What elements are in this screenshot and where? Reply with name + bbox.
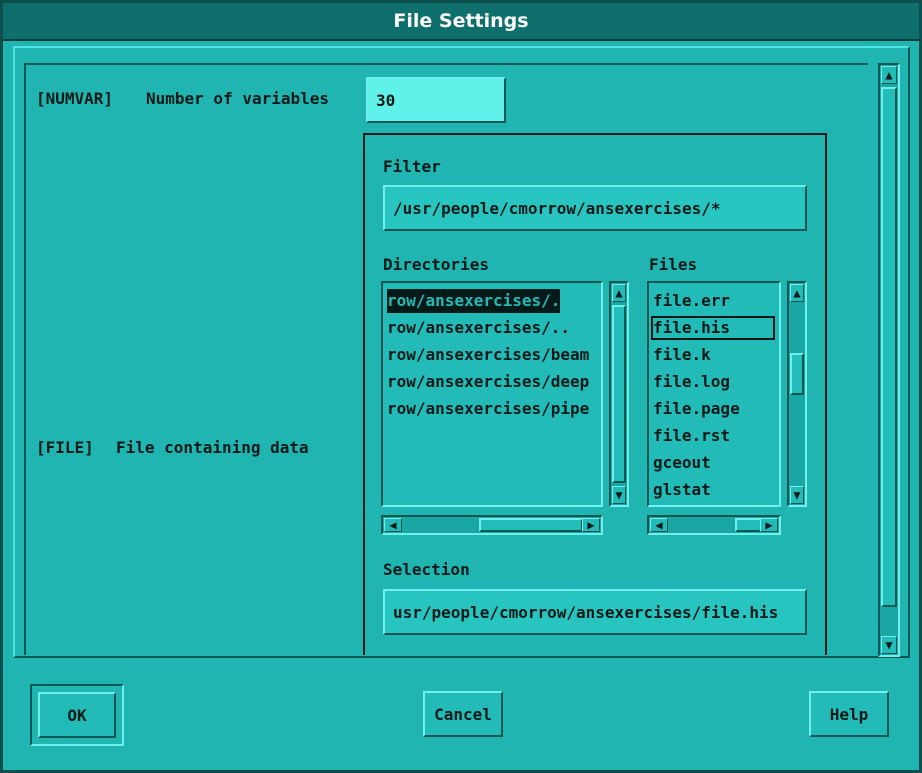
directory-item[interactable]: row/ansexercises/.. — [387, 316, 570, 340]
file-selection-box: Filter /usr/people/cmorrow/ansexercises/… — [363, 133, 827, 655]
directory-item[interactable]: row/ansexercises/pipe — [387, 397, 589, 421]
settings-work-area: [NUMVAR] Number of variables 30 [FILE] F… — [24, 63, 868, 655]
ok-button-frame: OK — [30, 684, 124, 746]
file-item[interactable]: glstat — [653, 478, 711, 502]
scroll-up-icon[interactable]: ▲ — [881, 66, 897, 84]
file-item[interactable]: file.log — [653, 370, 730, 394]
files-hscroll-thumb[interactable] — [735, 518, 763, 532]
help-button[interactable]: Help — [809, 691, 889, 737]
directories-list[interactable]: row/ansexercises/. row/ansexercises/.. r… — [381, 281, 603, 507]
scroll-up-icon[interactable]: ▲ — [612, 284, 626, 302]
file-item[interactable]: file.k — [653, 343, 711, 367]
selection-input[interactable]: usr/people/cmorrow/ansexercises/file.his — [383, 589, 807, 635]
directories-horizontal-scrollbar[interactable]: ◀ ▶ — [381, 515, 603, 535]
files-label: Files — [649, 255, 698, 274]
file-item[interactable]: file.rst — [653, 424, 730, 448]
main-vertical-scrollbar[interactable]: ▲ ▼ — [878, 63, 900, 657]
files-scroll-thumb[interactable] — [790, 353, 804, 395]
files-list[interactable]: file.err file.his file.k file.log file.p… — [647, 281, 781, 507]
selection-label: Selection — [383, 560, 470, 579]
file-item[interactable]: file.page — [653, 397, 740, 421]
directory-item[interactable]: row/ansexercises/beam — [387, 343, 589, 367]
directories-hscroll-thumb[interactable] — [479, 518, 583, 532]
ok-button[interactable]: OK — [38, 692, 116, 738]
file-tag: [FILE] — [36, 438, 94, 457]
directory-item[interactable]: row/ansexercises/. — [387, 289, 561, 313]
scroll-right-icon[interactable]: ▶ — [582, 518, 600, 532]
scroll-down-icon[interactable]: ▼ — [612, 486, 626, 504]
directories-label: Directories — [383, 255, 489, 274]
file-item[interactable]: gceout — [653, 451, 711, 475]
directory-item[interactable]: row/ansexercises/deep — [387, 370, 589, 394]
scroll-up-icon[interactable]: ▲ — [790, 284, 804, 302]
numvar-label: Number of variables — [146, 89, 330, 108]
scroll-right-icon[interactable]: ▶ — [760, 518, 778, 532]
number-of-variables-input[interactable]: 30 — [366, 77, 506, 123]
file-label: File containing data — [116, 438, 309, 457]
scroll-left-icon[interactable]: ◀ — [650, 518, 668, 532]
numvar-tag: [NUMVAR] — [36, 89, 114, 108]
scroll-left-icon[interactable]: ◀ — [384, 518, 402, 532]
directories-vertical-scrollbar[interactable]: ▲ ▼ — [609, 281, 629, 507]
directories-scroll-thumb[interactable] — [612, 305, 626, 483]
scroll-down-icon[interactable]: ▼ — [790, 486, 804, 504]
scroll-down-icon[interactable]: ▼ — [881, 636, 897, 654]
window-title: File Settings — [3, 3, 919, 41]
filter-input[interactable]: /usr/people/cmorrow/ansexercises/* — [383, 185, 807, 231]
files-vertical-scrollbar[interactable]: ▲ ▼ — [787, 281, 807, 507]
file-item[interactable]: file.err — [653, 289, 730, 313]
cancel-button[interactable]: Cancel — [423, 691, 503, 737]
file-item[interactable]: file.his — [651, 316, 775, 340]
filter-label: Filter — [383, 157, 441, 176]
main-scroll-thumb[interactable] — [881, 87, 897, 607]
file-settings-dialog: File Settings ▲ ▼ [NUMVAR] Number of var… — [0, 0, 922, 773]
files-horizontal-scrollbar[interactable]: ◀ ▶ — [647, 515, 781, 535]
